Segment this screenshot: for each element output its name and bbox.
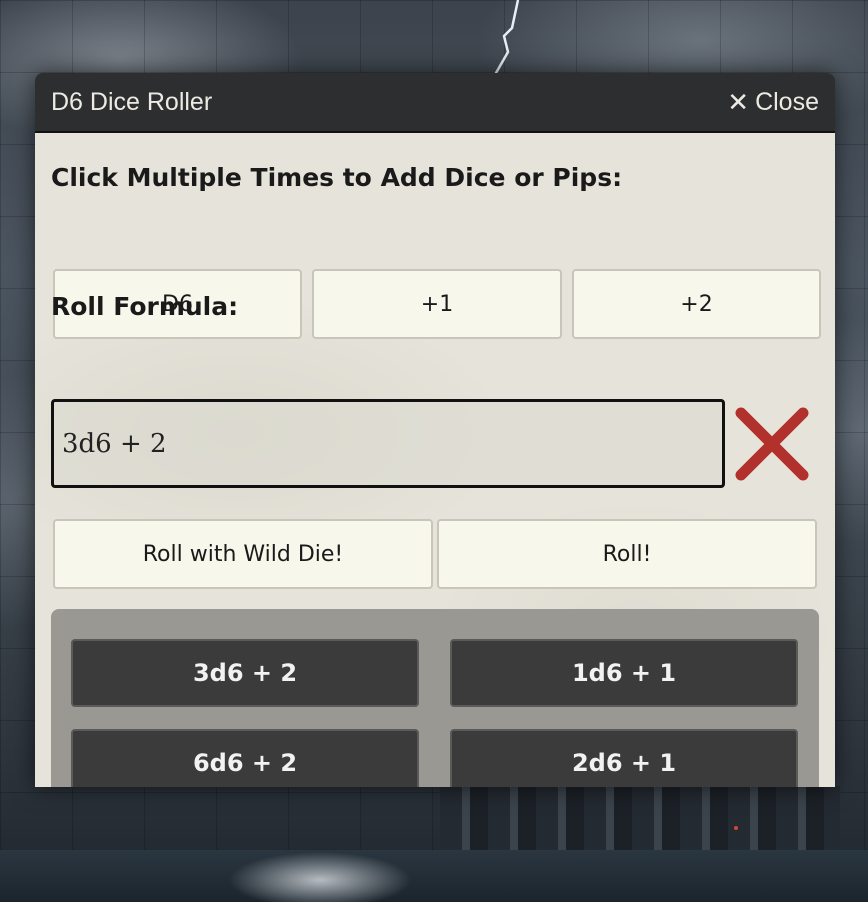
preset-roll-button[interactable]: 2d6 + 1 <box>450 729 798 787</box>
roll-formula-heading: Roll Formula: <box>51 292 239 321</box>
clear-formula-icon[interactable] <box>733 405 811 483</box>
close-label: Close <box>755 87 819 116</box>
add-dice-heading: Click Multiple Times to Add Dice or Pips… <box>51 163 623 192</box>
add-plus-two-button[interactable]: +2 <box>572 269 821 339</box>
dialog-content: Click Multiple Times to Add Dice or Pips… <box>35 133 835 787</box>
preset-rolls-panel: 3d6 + 2 1d6 + 1 6d6 + 2 2d6 + 1 <box>51 609 819 787</box>
preset-roll-button[interactable]: 6d6 + 2 <box>71 729 419 787</box>
close-button[interactable]: ✕ Close <box>727 88 819 117</box>
add-plus-one-button[interactable]: +1 <box>312 269 562 339</box>
dialog-titlebar[interactable]: D6 Dice Roller ✕ Close <box>35 73 835 133</box>
dialog-title: D6 Dice Roller <box>51 87 213 116</box>
background-splash <box>190 820 450 902</box>
dice-roller-dialog: D6 Dice Roller ✕ Close Click Multiple Ti… <box>35 73 835 787</box>
preset-roll-button[interactable]: 3d6 + 2 <box>71 639 419 707</box>
preset-roll-button[interactable]: 1d6 + 1 <box>450 639 798 707</box>
roll-wild-die-button[interactable]: Roll with Wild Die! <box>53 519 433 589</box>
roll-button[interactable]: Roll! <box>437 519 817 589</box>
close-icon: ✕ <box>727 87 750 117</box>
roll-formula-input[interactable]: 3d6 + 2 <box>51 399 725 488</box>
